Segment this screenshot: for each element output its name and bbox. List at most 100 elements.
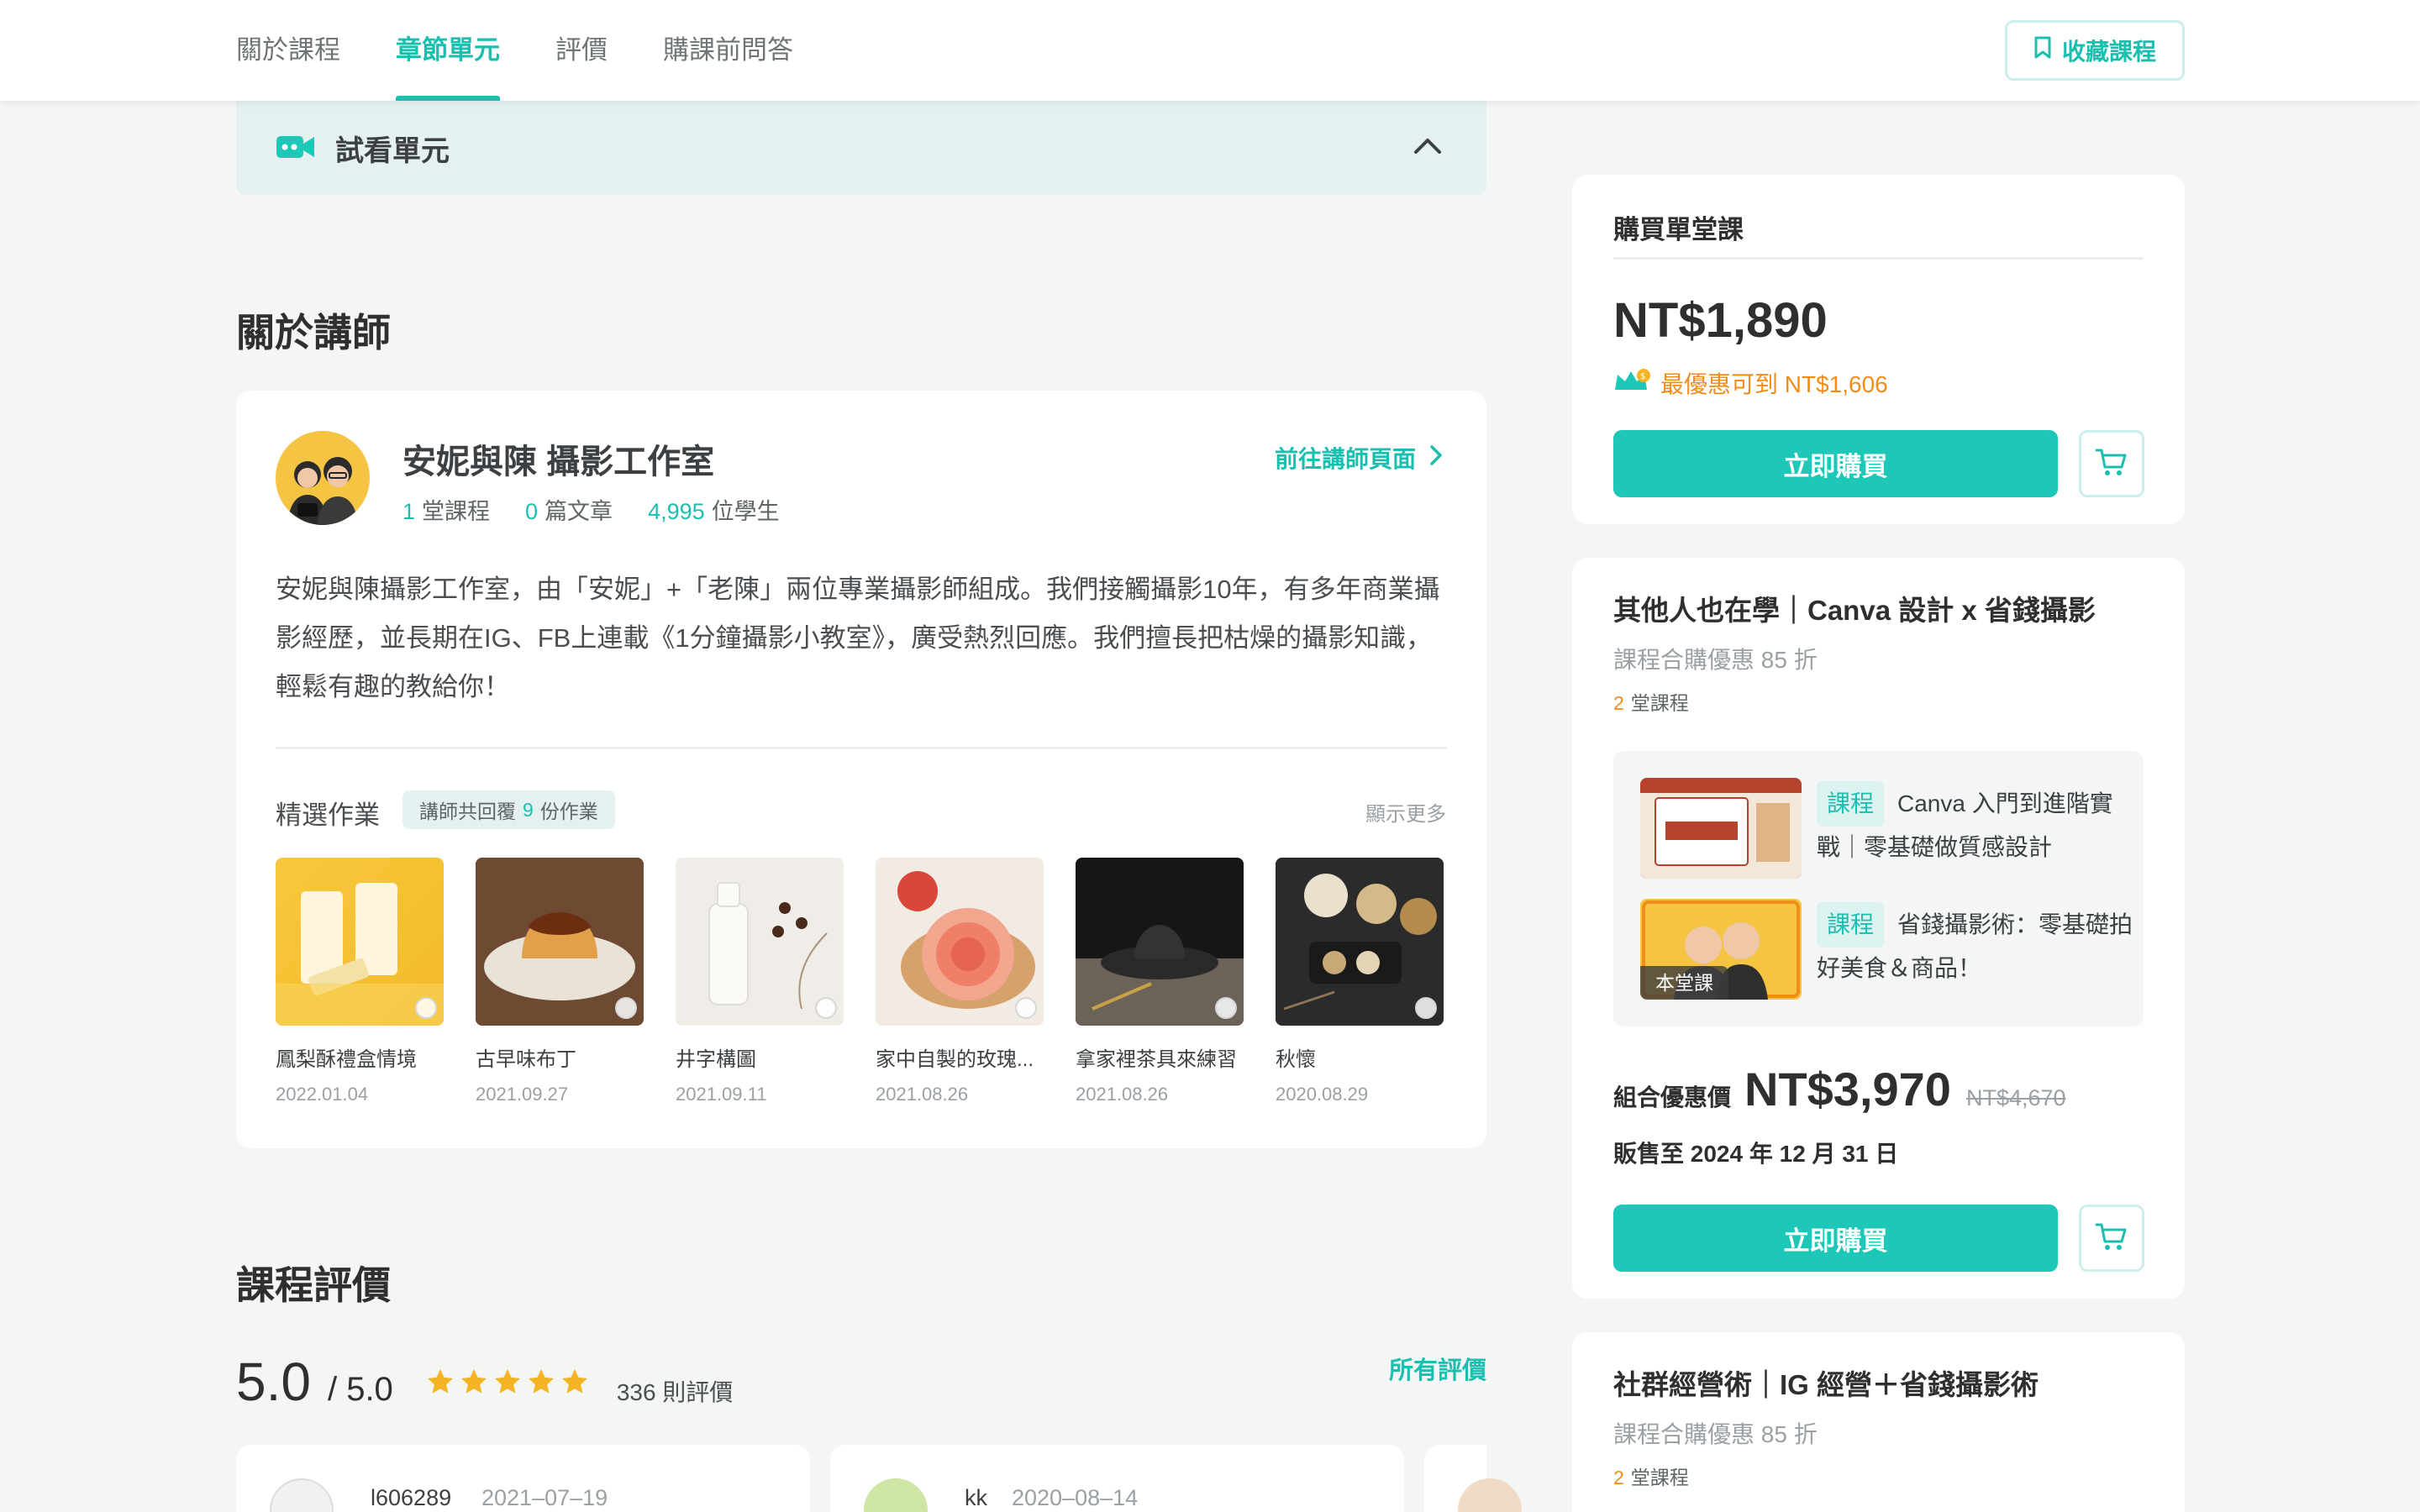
course-tag: 課程 xyxy=(1817,902,1885,948)
bundle-course-count: 2 堂課程 xyxy=(1613,692,1689,714)
tab-reviews[interactable]: 評價 xyxy=(555,0,608,101)
featured-works-title: 精選作業 xyxy=(276,801,380,830)
work-title: 鳳梨酥禮盒情境 xyxy=(276,1048,417,1071)
work-thumbnail xyxy=(1276,858,1444,1026)
this-course-badge: 本堂課 xyxy=(1640,966,1728,1000)
star-icon xyxy=(561,1369,587,1394)
work-date: 2021.09.11 xyxy=(676,1084,767,1105)
buy-single-title: 購買單堂課 xyxy=(1613,215,1744,244)
work-thumbnail xyxy=(876,858,1044,1026)
svg-text:$: $ xyxy=(1640,372,1645,381)
review-count: 336 則評價 xyxy=(616,1379,734,1405)
bundle-title: 其他人也在學｜Canva 設計 x 省錢攝影 xyxy=(1613,595,2096,626)
work-title: 家中自製的玫瑰... xyxy=(876,1048,1034,1071)
tab-about-course[interactable]: 關於課程 xyxy=(236,0,340,101)
work-date: 2021.08.26 xyxy=(876,1084,969,1105)
instructor-bio: 安妮與陳攝影工作室，由「安妮」+「老陳」兩位專業攝影師組成。我們接觸攝影10年，… xyxy=(276,575,1440,701)
review-card[interactable]: kk 2020–08–14 xyxy=(830,1445,1404,1512)
rating-stars xyxy=(425,1367,590,1397)
tab-chapters[interactable]: 章節單元 xyxy=(396,0,500,101)
bundle-course-item[interactable]: 本堂課 課程 省錢攝影術：零基礎拍好美食＆商品！ xyxy=(1640,899,2133,1000)
bookmark-icon xyxy=(2033,36,2052,66)
work-date: 2021.09.27 xyxy=(476,1084,569,1105)
course-tabs: 關於課程 章節單元 評價 購課前問答 xyxy=(236,0,849,101)
bundle-title: 社群經營術｜IG 經營＋省錢攝影術 xyxy=(1613,1369,2039,1400)
combo-label: 組合優惠價 xyxy=(1613,1084,1732,1110)
divider xyxy=(276,747,1447,749)
video-camera-icon xyxy=(276,133,315,164)
star-icon xyxy=(427,1369,453,1394)
bundle-course-item[interactable]: 課程 Canva 入門到進階實戰｜零基礎做質感設計 xyxy=(1640,778,2128,879)
work-item[interactable]: 鳳梨酥禮盒情境 2022.01.04 xyxy=(276,858,444,1105)
articles-stat: 0 篇文章 xyxy=(525,499,613,524)
work-title: 古早味布丁 xyxy=(476,1048,576,1071)
work-item[interactable]: 拿家裡茶具來練習 2021.08.26 xyxy=(1076,858,1244,1105)
students-stat: 4,995 位學生 xyxy=(648,499,780,524)
work-item[interactable]: 古早味布丁 2021.09.27 xyxy=(476,858,644,1105)
chat-bubble-icon xyxy=(815,997,837,1019)
course-tag: 課程 xyxy=(1817,781,1885,827)
work-item[interactable]: 家中自製的玫瑰... 2021.08.26 xyxy=(876,858,1044,1105)
chat-bubble-icon xyxy=(1215,997,1237,1019)
chevron-up-icon[interactable] xyxy=(1411,129,1444,167)
rating-score: 5.0 xyxy=(236,1352,311,1412)
instructor-section-title: 關於講師 xyxy=(236,311,391,354)
work-date: 2022.01.04 xyxy=(276,1084,369,1105)
instructor-name[interactable]: 安妮與陳 攝影工作室 xyxy=(402,434,714,483)
goto-instructor-page-link[interactable]: 前往講師頁面 xyxy=(1275,441,1443,475)
work-thumbnail xyxy=(476,858,644,1026)
reviewer-name: kk xyxy=(965,1485,987,1510)
review-date: 2021–07–19 xyxy=(481,1485,608,1510)
bundle-buy-now-button[interactable]: 立即購買 xyxy=(1613,1205,2058,1272)
tab-faq[interactable]: 購課前問答 xyxy=(663,0,793,101)
chat-bubble-icon xyxy=(615,997,637,1019)
all-reviews-link[interactable]: 所有評價 xyxy=(1389,1351,1486,1386)
combo-price-row: 組合優惠價 NT$3,970 NT$4,670 xyxy=(1613,1062,2066,1116)
work-title: 拿家裡茶具來練習 xyxy=(1076,1048,1237,1071)
reviewer-name: l606289 xyxy=(371,1485,452,1510)
replied-works-badge: 講師共回覆 9 份作業 xyxy=(402,790,615,829)
work-title: 井字構圖 xyxy=(676,1048,756,1071)
instructor-stats: 1 堂課程 0 篇文章 4,995 位學生 xyxy=(402,493,780,526)
course-thumbnail: 本堂課 xyxy=(1640,899,1802,1000)
star-icon xyxy=(460,1369,487,1394)
instructor-avatar[interactable] xyxy=(276,431,370,525)
bundle-course-list: 課程 Canva 入門到進階實戰｜零基礎做質感設計 本堂課 課程 省錢攝影術：零基礎… xyxy=(1613,751,2144,1026)
works-list: 鳳梨酥禮盒情境 2022.01.04 古早味布丁 2021.09.27 井字構圖… xyxy=(276,858,1444,1105)
favorite-course-button[interactable]: 收藏課程 xyxy=(2005,20,2185,81)
show-more-link[interactable]: 顯示更多 xyxy=(1365,797,1446,827)
bundle-course-count: 2 堂課程 xyxy=(1613,1467,1689,1488)
rating-max: / 5.0 xyxy=(327,1371,393,1408)
best-price-note: $ 最優惠可到 NT$1,606 xyxy=(1613,366,1888,400)
sale-deadline: 販售至 2024 年 12 月 31 日 xyxy=(1613,1141,1899,1167)
divider xyxy=(1613,257,2144,260)
top-navbar: 關於課程 章節單元 評價 購課前問答 收藏課程 xyxy=(0,0,2420,101)
buy-single-card: 購買單堂課 NT$1,890 $ 最優惠可到 NT$1,606 立即購買 xyxy=(1572,175,2185,524)
reviewer-avatar xyxy=(864,1478,928,1512)
work-thumbnail xyxy=(1076,858,1244,1026)
reviewer-avatar xyxy=(1458,1478,1522,1512)
reviews-section-title: 課程評價 xyxy=(236,1263,391,1307)
combo-original-price: NT$4,670 xyxy=(1965,1085,2066,1110)
star-icon xyxy=(528,1369,554,1394)
rating-summary: 5.0 / 5.0 336 則評價 所有評價 xyxy=(236,1351,1486,1413)
add-to-cart-button[interactable] xyxy=(2079,430,2144,497)
bundle-add-to-cart-button[interactable] xyxy=(2079,1205,2144,1272)
course-price: NT$1,890 xyxy=(1613,293,1828,348)
star-icon xyxy=(494,1369,520,1394)
chat-bubble-icon xyxy=(415,997,437,1019)
cart-icon xyxy=(2095,1221,2128,1256)
work-thumbnail xyxy=(676,858,844,1026)
work-item[interactable]: 井字構圖 2021.09.11 xyxy=(676,858,844,1105)
review-card[interactable]: l606289 2021–07–19 xyxy=(236,1445,810,1512)
work-item[interactable]: 秋懷 2020.08.29 xyxy=(1276,858,1444,1105)
cart-icon xyxy=(2095,447,2128,481)
chat-bubble-icon xyxy=(1415,997,1437,1019)
preview-units-header[interactable]: 試看單元 xyxy=(236,101,1486,195)
chat-bubble-icon xyxy=(1015,997,1037,1019)
bundle-card: 社群經營術｜IG 經營＋省錢攝影術 課程合購優惠 85 折 2 堂課程 xyxy=(1572,1332,2185,1512)
bundle-discount: 課程合購優惠 85 折 xyxy=(1613,1421,1818,1447)
review-card[interactable] xyxy=(1424,1445,1522,1512)
buy-now-button[interactable]: 立即購買 xyxy=(1613,430,2058,497)
work-thumbnail xyxy=(276,858,444,1026)
